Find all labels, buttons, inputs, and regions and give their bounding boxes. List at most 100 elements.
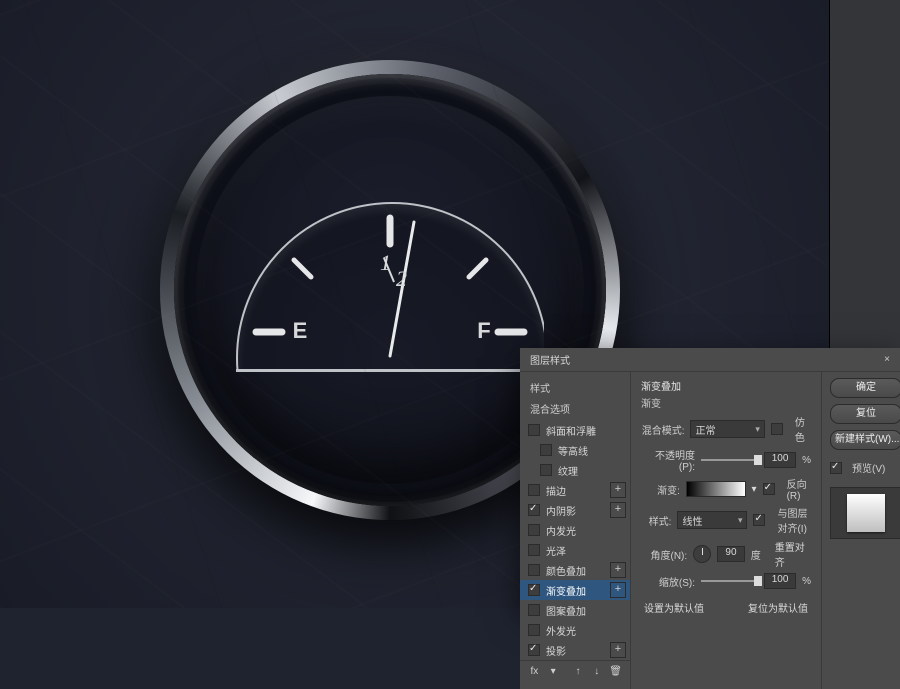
dialog-buttons: 确定 复位 新建样式(W)... 预览(V) [821, 372, 900, 689]
preview-box [830, 487, 900, 539]
styles-header[interactable]: 样式 [520, 378, 630, 399]
effect-row[interactable]: 内发光 [520, 520, 630, 540]
blend-mode-dropdown[interactable]: 正常 ▾ [690, 420, 764, 438]
blending-options[interactable]: 混合选项 [520, 399, 630, 420]
chevron-down-icon[interactable]: ▾ [547, 665, 560, 679]
effect-checkbox[interactable] [528, 544, 540, 556]
effect-label: 外发光 [546, 623, 626, 638]
effect-checkbox[interactable] [528, 484, 540, 496]
angle-value[interactable]: 90 [717, 546, 745, 562]
effect-label: 渐变叠加 [546, 583, 608, 598]
chevron-down-icon[interactable]: ▾ [752, 484, 757, 495]
effect-checkbox[interactable] [528, 584, 540, 596]
effect-label: 图案叠加 [546, 603, 626, 618]
angle-dial[interactable] [693, 545, 711, 563]
effect-checkbox[interactable] [540, 464, 552, 476]
gauge-dial-window: E F 1 2 [236, 202, 544, 372]
preview-label: 预览(V) [852, 460, 885, 475]
arrow-down-icon[interactable]: ↓ [590, 665, 603, 679]
fx-icon[interactable]: fx [528, 665, 541, 679]
chevron-down-icon: ▾ [755, 424, 760, 435]
effect-checkbox[interactable] [528, 624, 540, 636]
tick-quarter [294, 260, 311, 277]
dither-checkbox[interactable] [771, 423, 783, 435]
close-icon[interactable]: × [880, 353, 894, 367]
scale-suffix: % [802, 576, 811, 587]
tick-three-quarter [469, 260, 486, 277]
section-title: 渐变叠加 [641, 378, 811, 393]
gradient-label: 渐变: [641, 482, 680, 497]
preview-swatch [847, 494, 885, 532]
reverse-label: 反向(R) [787, 476, 811, 502]
scale-value[interactable]: 100 [764, 573, 796, 589]
effect-label: 光泽 [546, 543, 626, 558]
gauge-dial-svg: E F 1 2 [236, 202, 544, 372]
add-effect-icon[interactable]: + [610, 502, 626, 518]
dialog-titlebar[interactable]: 图层样式 × [520, 348, 900, 372]
blend-mode-value: 正常 [695, 422, 715, 437]
effect-row[interactable]: 等高线 [520, 440, 630, 460]
effect-row[interactable]: 颜色叠加+ [520, 560, 630, 580]
add-effect-icon[interactable]: + [610, 642, 626, 658]
effect-settings: 渐变叠加 渐变 混合模式: 正常 ▾ 仿色 不透明度(P): 100 % [631, 372, 821, 689]
effect-row[interactable]: 纹理 [520, 460, 630, 480]
effect-row[interactable]: 渐变叠加+ [520, 580, 630, 600]
effects-list: 样式 混合选项 斜面和浮雕等高线纹理描边+内阴影+内发光光泽颜色叠加+渐变叠加+… [520, 372, 631, 689]
dialog-title: 图层样式 [530, 352, 570, 367]
add-effect-icon[interactable]: + [610, 562, 626, 578]
effect-row[interactable]: 图案叠加 [520, 600, 630, 620]
dialog-body: 样式 混合选项 斜面和浮雕等高线纹理描边+内阴影+内发光光泽颜色叠加+渐变叠加+… [520, 372, 900, 689]
chevron-down-icon: ▾ [738, 515, 743, 526]
effects-footer: fx ▾ ↑ ↓ 🗑 [520, 660, 630, 683]
effect-label: 纹理 [558, 463, 626, 478]
scale-label: 缩放(S): [641, 574, 695, 589]
new-style-button[interactable]: 新建样式(W)... [830, 430, 900, 450]
gradient-style-dropdown[interactable]: 线性 ▾ [677, 511, 747, 529]
effect-label: 描边 [546, 483, 608, 498]
blend-mode-label: 混合模式: [641, 422, 684, 437]
effect-label: 内阴影 [546, 503, 608, 518]
effect-row[interactable]: 光泽 [520, 540, 630, 560]
effect-label: 内发光 [546, 523, 626, 538]
effect-checkbox[interactable] [528, 644, 540, 656]
opacity-label: 不透明度(P): [641, 447, 695, 473]
effect-label: 颜色叠加 [546, 563, 608, 578]
style-label: 样式: [641, 513, 671, 528]
effect-checkbox[interactable] [528, 524, 540, 536]
effect-label: 投影 [546, 643, 608, 658]
label-full: F [477, 318, 490, 343]
angle-unit: 度 [751, 547, 761, 562]
effect-row[interactable]: 投影+ [520, 640, 630, 660]
scale-slider[interactable] [701, 580, 758, 582]
effect-checkbox[interactable] [528, 504, 540, 516]
gradient-style-value: 线性 [682, 513, 702, 528]
gradient-picker[interactable] [686, 481, 746, 497]
align-layer-checkbox[interactable] [753, 514, 765, 526]
align-layer-label: 与图层对齐(I) [777, 505, 811, 535]
effect-checkbox[interactable] [528, 564, 540, 576]
add-effect-icon[interactable]: + [610, 582, 626, 598]
effect-checkbox[interactable] [528, 424, 540, 436]
effect-checkbox[interactable] [540, 444, 552, 456]
opacity-value[interactable]: 100 [764, 452, 796, 468]
effect-row[interactable]: 内阴影+ [520, 500, 630, 520]
effect-row[interactable]: 外发光 [520, 620, 630, 640]
label-empty: E [293, 318, 308, 343]
effect-row[interactable]: 描边+ [520, 480, 630, 500]
effect-label: 斜面和浮雕 [546, 423, 626, 438]
effect-row[interactable]: 斜面和浮雕 [520, 420, 630, 440]
subsection-title: 渐变 [641, 395, 811, 410]
effect-label: 等高线 [558, 443, 626, 458]
effect-checkbox[interactable] [528, 604, 540, 616]
layer-style-dialog: 图层样式 × 样式 混合选项 斜面和浮雕等高线纹理描边+内阴影+内发光光泽颜色叠… [520, 348, 900, 608]
trash-icon[interactable]: 🗑 [609, 665, 622, 679]
reset-align-button[interactable]: 重置对齐 [773, 538, 811, 570]
add-effect-icon[interactable]: + [610, 482, 626, 498]
arrow-up-icon[interactable]: ↑ [572, 665, 585, 679]
angle-label: 角度(N): [641, 547, 687, 562]
reverse-checkbox[interactable] [763, 483, 775, 495]
opacity-slider[interactable] [701, 459, 758, 461]
ok-button[interactable]: 确定 [830, 378, 900, 398]
cancel-button[interactable]: 复位 [830, 404, 900, 424]
preview-checkbox[interactable] [830, 462, 842, 474]
